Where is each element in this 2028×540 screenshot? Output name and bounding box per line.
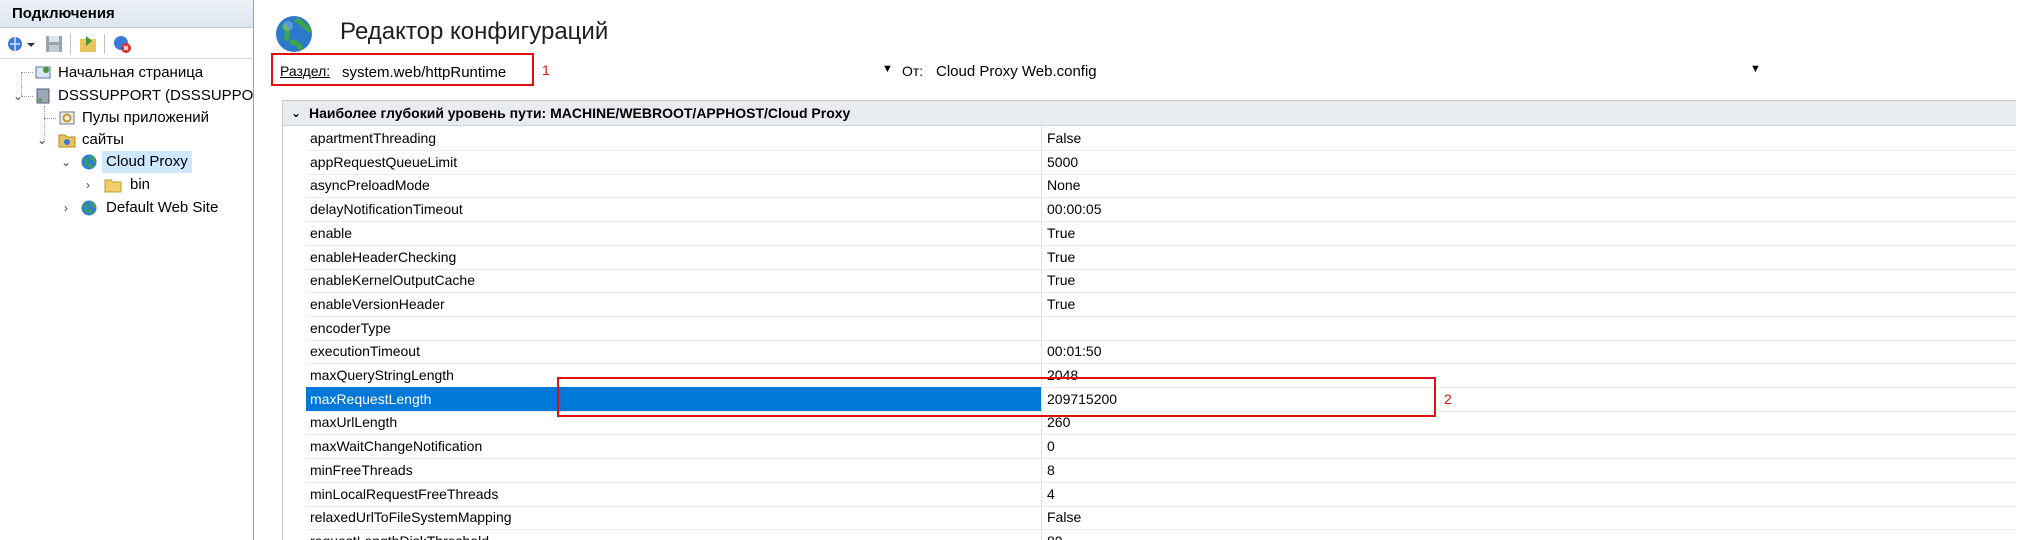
property-grid: ⌄ Наиболее глубокий уровень пути: MACHIN…	[282, 100, 2016, 540]
property-row[interactable]: minLocalRequestFreeThreads 4	[306, 481, 2016, 507]
chevron-down-icon[interactable]: ⌄	[12, 85, 24, 107]
page-title: Редактор конфигураций	[340, 18, 609, 45]
connect-icon[interactable]	[6, 34, 26, 54]
group-title: Наиболее глубокий уровень пути: MACHINE/…	[309, 105, 851, 121]
toolbar-separator	[104, 34, 105, 54]
app-pools-icon	[59, 111, 75, 125]
property-name[interactable]: executionTimeout	[306, 339, 1042, 364]
connections-pane: Подключения Начальная страница ⌄ DSSSUPP…	[0, 0, 254, 540]
chevron-down-icon[interactable]: ▼	[1750, 63, 1761, 75]
property-name[interactable]: enableKernelOutputCache	[306, 268, 1042, 293]
property-name[interactable]: apartmentThreading	[306, 126, 1042, 150]
globe-icon	[81, 200, 97, 216]
tree-item-label: сайты	[82, 131, 124, 148]
server-icon	[36, 88, 50, 104]
property-row[interactable]: minFreeThreads 8	[306, 457, 2016, 483]
property-value[interactable]: False	[1043, 505, 2013, 529]
start-page-icon	[35, 66, 51, 79]
property-value[interactable]: True	[1043, 221, 2013, 245]
property-name[interactable]: relaxedUrlToFileSystemMapping	[306, 505, 1042, 530]
property-value[interactable]: True	[1043, 292, 2013, 316]
configuration-editor: Редактор конфигураций Раздел: ▼ От: Clou…	[270, 0, 2028, 540]
disconnect-icon[interactable]	[112, 34, 132, 54]
annotation-box-2	[557, 377, 1436, 417]
tree-item-sites[interactable]: ⌄ сайты	[0, 129, 253, 151]
property-row[interactable]: enable True	[306, 220, 2016, 246]
property-name[interactable]: minFreeThreads	[306, 457, 1042, 482]
tree-item-server[interactable]: ⌄ DSSSUPPORT (DSSSUPPORT\	[0, 85, 253, 107]
property-value[interactable]: None	[1043, 173, 2013, 197]
property-name[interactable]: encoderType	[306, 315, 1042, 340]
connect-dropdown-icon[interactable]	[26, 34, 36, 54]
property-row[interactable]: requestLengthDiskThreshold80	[306, 528, 2016, 540]
property-row[interactable]: enableVersionHeader True	[306, 291, 2016, 317]
tree-item-label: DSSSUPPORT (DSSSUPPORT\	[58, 87, 253, 104]
globe-icon	[81, 154, 97, 170]
property-value[interactable]: 00:01:50	[1043, 339, 2013, 363]
property-row[interactable]: maxWaitChangeNotification 0	[306, 434, 2016, 460]
tree-item-label: Cloud Proxy	[102, 151, 192, 173]
property-name[interactable]: enableHeaderChecking	[306, 244, 1042, 269]
connections-title: Подключения	[0, 0, 253, 28]
tree-item-label: Пулы приложений	[82, 109, 210, 126]
save-icon[interactable]	[44, 34, 64, 54]
chevron-down-icon[interactable]: ⌄	[36, 129, 48, 151]
tree-item-label: bin	[130, 176, 151, 193]
property-row[interactable]: relaxedUrlToFileSystemMapping False	[306, 505, 2016, 531]
property-name[interactable]: minLocalRequestFreeThreads	[306, 481, 1042, 506]
annotation-number-1: 1	[542, 62, 550, 78]
property-value[interactable]: True	[1043, 245, 2013, 269]
property-value[interactable]: True	[1043, 268, 2013, 292]
property-name[interactable]: requestLengthDiskThreshold	[306, 528, 1042, 540]
globe-icon	[276, 16, 313, 52]
tree-item-app-pools[interactable]: Пулы приложений	[0, 107, 253, 129]
property-name[interactable]: enable	[306, 220, 1042, 245]
property-row[interactable]: executionTimeout 00:01:50	[306, 339, 2016, 365]
tree-item-bin[interactable]: › bin	[0, 174, 253, 196]
folder-icon	[104, 179, 122, 193]
property-row[interactable]: apartmentThreading False	[306, 126, 2016, 151]
property-name[interactable]: delayNotificationTimeout	[306, 197, 1042, 222]
chevron-right-icon[interactable]: ›	[82, 174, 94, 196]
property-row[interactable]: appRequestQueueLimit 5000	[306, 149, 2016, 175]
group-header[interactable]: ⌄ Наиболее глубокий уровень пути: MACHIN…	[283, 101, 2016, 126]
from-select[interactable]: Cloud Proxy Web.config	[930, 60, 1760, 84]
property-value[interactable]: 8	[1043, 458, 2013, 482]
refresh-icon[interactable]	[78, 34, 98, 54]
property-row[interactable]: asyncPreloadMode None	[306, 173, 2016, 199]
property-value[interactable]: 0	[1043, 434, 2013, 458]
tree-item-start-page[interactable]: Начальная страница	[0, 62, 253, 84]
property-value[interactable]: 80	[1043, 529, 2013, 540]
property-value[interactable]: 5000	[1043, 150, 2013, 174]
sites-folder-icon	[58, 134, 76, 148]
chevron-right-icon[interactable]: ›	[60, 197, 72, 219]
from-label: От:	[902, 63, 924, 79]
property-name[interactable]: maxWaitChangeNotification	[306, 434, 1042, 459]
tree-item-default-web-site[interactable]: › Default Web Site	[0, 197, 253, 219]
tree-item-label: Default Web Site	[106, 199, 219, 216]
property-name[interactable]: appRequestQueueLimit	[306, 149, 1042, 174]
chevron-down-icon[interactable]: ⌄	[291, 101, 301, 125]
property-value[interactable]: False	[1043, 126, 2013, 150]
annotation-number-2: 2	[1444, 391, 1452, 407]
annotation-box-1	[271, 53, 534, 86]
tree-item-label: Начальная страница	[58, 64, 204, 81]
chevron-down-icon[interactable]: ⌄	[60, 151, 72, 173]
property-value[interactable]: 4	[1043, 482, 2013, 506]
toolbar-separator	[70, 34, 71, 54]
property-row[interactable]: enableKernelOutputCache True	[306, 268, 2016, 294]
property-row[interactable]: encoderType	[306, 315, 2016, 341]
property-value[interactable]	[1043, 316, 2013, 340]
connections-toolbar	[0, 29, 253, 59]
property-row[interactable]: enableHeaderChecking True	[306, 244, 2016, 270]
property-row[interactable]: delayNotificationTimeout 00:00:05	[306, 197, 2016, 223]
property-name[interactable]: enableVersionHeader	[306, 291, 1042, 316]
property-value[interactable]: 00:00:05	[1043, 197, 2013, 221]
chevron-down-icon[interactable]: ▼	[882, 63, 893, 75]
property-name[interactable]: asyncPreloadMode	[306, 173, 1042, 198]
tree-item-cloud-proxy[interactable]: ⌄ Cloud Proxy	[0, 151, 253, 173]
